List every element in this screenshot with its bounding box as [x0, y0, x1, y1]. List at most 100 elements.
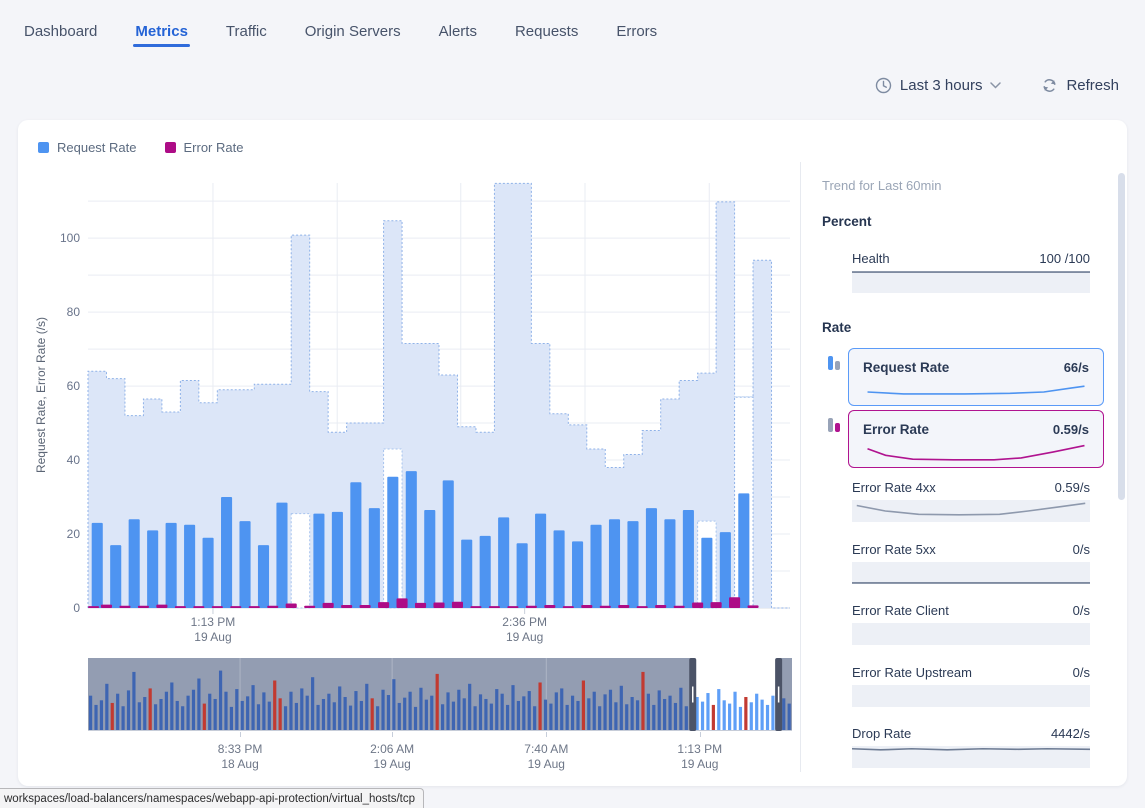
tab-label: Dashboard: [24, 23, 97, 40]
ghost-bar: [291, 514, 309, 608]
brush-bar: [652, 705, 655, 730]
brush-bar: [170, 682, 173, 730]
drop-rate-sparkline: [852, 746, 1090, 768]
brush-bar: [728, 704, 731, 730]
error-rate-client-sparkline: [852, 623, 1090, 645]
svg-text:60: 60: [67, 379, 81, 393]
brush-bar: [138, 702, 141, 730]
error-rate-upstream-label: Error Rate Upstream: [852, 665, 972, 680]
brush-bar: [235, 689, 238, 730]
error-rate-bar: [212, 606, 223, 608]
drop-rate-row[interactable]: Drop Rate 4442/s: [852, 726, 1090, 768]
brush-bar: [587, 698, 590, 730]
tab-alerts[interactable]: Alerts: [437, 3, 479, 57]
error-rate-bar: [378, 602, 389, 608]
time-range-selector[interactable]: Last 3 hours: [875, 77, 1002, 94]
tab-label: Metrics: [135, 23, 188, 40]
refresh-button[interactable]: Refresh: [1041, 77, 1119, 94]
brush-bar: [679, 688, 682, 730]
request-rate-bar: [683, 510, 694, 608]
brush-bar: [241, 701, 244, 730]
brush-bar: [614, 702, 617, 730]
svg-text:19 Aug: 19 Aug: [194, 630, 231, 644]
request-rate-bar: [92, 523, 103, 608]
brush-bar: [149, 688, 152, 730]
brush-bar: [522, 696, 525, 730]
error-rate-4xx-row[interactable]: Error Rate 4xx 0.59/s: [852, 480, 1090, 522]
brush-bar: [733, 692, 736, 730]
request-rate-bar: [350, 482, 361, 608]
error-rate-bar: [526, 606, 537, 608]
error-rate-bar: [249, 606, 260, 608]
request-rate-bar: [239, 521, 250, 608]
top-nav: Dashboard Metrics Traffic Origin Servers…: [0, 0, 1145, 60]
brush-bar: [425, 700, 428, 730]
error-rate-client-row[interactable]: Error Rate Client 0/s: [852, 603, 1090, 645]
error-rate-4xx-sparkline: [852, 500, 1090, 522]
brush-svg[interactable]: [88, 658, 792, 731]
brush-bar: [436, 674, 439, 730]
sidebar-scrollbar-thumb[interactable]: [1118, 173, 1125, 500]
tab-errors[interactable]: Errors: [614, 3, 659, 57]
brush-bar: [251, 685, 254, 730]
brush-bar: [739, 707, 742, 730]
error-rate-5xx-row[interactable]: Error Rate 5xx 0/s: [852, 542, 1090, 584]
request-rate-bar: [110, 545, 121, 608]
error-rate-bar: [544, 605, 555, 608]
legend-error-rate[interactable]: Error Rate: [165, 140, 244, 155]
svg-text:Request Rate, Error Rate (/s): Request Rate, Error Rate (/s): [34, 317, 48, 473]
brush-bar: [636, 700, 639, 730]
brush-axis-label: 1:13 PM19 Aug: [677, 742, 722, 772]
drop-rate-value: 4442/s: [1051, 726, 1090, 741]
brush-bar: [668, 696, 671, 730]
brush-bar: [576, 701, 579, 730]
brush-bar: [701, 702, 704, 730]
request-rate-bar: [166, 523, 177, 608]
error-rate-upstream-row[interactable]: Error Rate Upstream 0/s: [852, 665, 1090, 707]
brush-bar: [89, 696, 92, 730]
tab-metrics[interactable]: Metrics: [133, 3, 190, 57]
brush-bar: [392, 679, 395, 730]
error-rate-bar: [360, 605, 371, 608]
brush-bar: [316, 705, 319, 730]
tab-requests[interactable]: Requests: [513, 3, 580, 57]
chevron-down-icon: [990, 82, 1001, 89]
tab-traffic[interactable]: Traffic: [224, 3, 269, 57]
brush-bar: [284, 706, 287, 730]
status-bar-link-preview: workspaces/load-balancers/namespaces/web…: [0, 788, 424, 808]
health-row[interactable]: Health 100 /100: [852, 251, 1090, 293]
brush-bar: [582, 681, 585, 731]
tab-dashboard[interactable]: Dashboard: [22, 3, 99, 57]
active-tab-underline: [133, 44, 190, 47]
brush-bar: [506, 705, 509, 730]
error-rate-card[interactable]: Error Rate 0.59/s: [848, 410, 1104, 468]
brush-bar: [603, 694, 606, 730]
legend-request-rate[interactable]: Request Rate: [38, 140, 137, 155]
brush-axis-labels: 8:33 PM18 Aug2:06 AM19 Aug7:40 AM19 Aug1…: [88, 738, 792, 774]
brush-handle-right[interactable]: [775, 658, 782, 731]
brush-bar: [132, 672, 135, 730]
brush-handle-left[interactable]: [689, 658, 696, 731]
trend-sidebar: Trend for Last 60min Percent Health 100 …: [800, 120, 1127, 786]
brush-bar: [717, 689, 720, 730]
error-rate-bar: [637, 606, 648, 608]
brush-bar: [338, 686, 341, 730]
error-rate-bar: [692, 602, 703, 608]
request-rate-card[interactable]: Request Rate 66/s: [848, 348, 1104, 406]
brush-minimap[interactable]: [88, 658, 792, 731]
brush-bar: [154, 704, 157, 730]
brush-bar: [430, 696, 433, 730]
error-rate-bar: [711, 602, 722, 608]
clock-icon: [875, 77, 892, 94]
request-rate-bar: [184, 525, 195, 608]
tab-label: Errors: [616, 23, 657, 40]
brush-bar: [360, 701, 363, 730]
brush-bar: [706, 693, 709, 730]
brush-bar: [555, 692, 558, 730]
main-chart[interactable]: 020406080100Request Rate, Error Rate (/s…: [30, 175, 808, 650]
toolbar: Last 3 hours Refresh: [875, 70, 1119, 100]
tab-origin-servers[interactable]: Origin Servers: [303, 3, 403, 57]
main-chart-svg[interactable]: 020406080100Request Rate, Error Rate (/s…: [30, 175, 808, 650]
brush-bar: [349, 706, 352, 730]
brush-axis-tick: [240, 732, 241, 737]
